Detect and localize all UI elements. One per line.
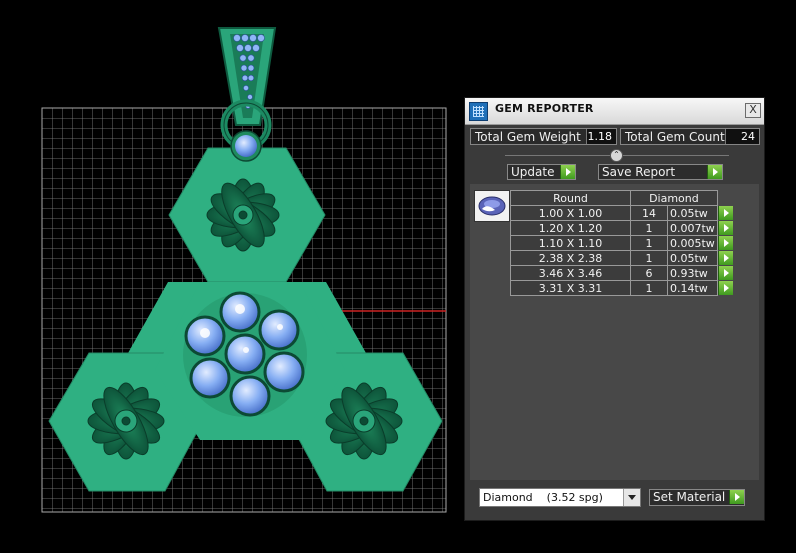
save-report-button-label: Save Report (602, 165, 676, 179)
play-arrow-icon[interactable] (717, 266, 733, 280)
shape-column-header: Round (510, 190, 631, 206)
panel-titlebar[interactable]: GEM REPORTER X (465, 98, 764, 125)
material-select-value: Diamond (3.52 spg) (483, 491, 603, 504)
chevron-down-icon[interactable] (623, 489, 640, 506)
total-gem-weight-box: Total Gem Weight 1.18 (470, 128, 617, 145)
play-arrow-icon[interactable] (717, 221, 733, 235)
gem-size: 3.31 X 3.31 (510, 280, 631, 296)
play-arrow-icon[interactable] (707, 165, 722, 179)
play-arrow-icon[interactable] (717, 281, 733, 295)
gem-reporter-app-icon (469, 102, 488, 121)
update-button[interactable]: Update (507, 164, 576, 180)
update-button-label: Update (511, 165, 555, 179)
play-arrow-icon[interactable] (560, 165, 575, 179)
gem-count: 6 (630, 265, 668, 281)
total-gem-count-label: Total Gem Count (625, 130, 725, 144)
gem-carat-weight: 0.14tw (667, 280, 718, 296)
set-material-button-label: Set Material (653, 490, 726, 504)
gem-count: 1 (630, 235, 668, 251)
save-report-button[interactable]: Save Report (598, 164, 723, 180)
round-gem-icon (474, 190, 510, 222)
gem-cluster (183, 291, 307, 417)
close-button[interactable]: X (745, 103, 761, 118)
gem-size: 2.38 X 2.38 (510, 250, 631, 266)
gem-count: 1 (630, 280, 668, 296)
gem-carat-weight: 0.05tw (667, 250, 718, 266)
play-arrow-icon[interactable] (729, 490, 744, 504)
total-gem-weight-label: Total Gem Weight (475, 130, 581, 144)
total-gem-count-value: 24 (725, 129, 759, 144)
panel-title: GEM REPORTER (495, 102, 594, 115)
material-column-header: Diamond (630, 190, 718, 206)
gem-size: 1.10 X 1.10 (510, 235, 631, 251)
gem-size: 1.00 X 1.00 (510, 205, 631, 221)
gem-carat-weight: 0.93tw (667, 265, 718, 281)
collapse-chevron-icon[interactable]: ⌃ (610, 149, 623, 162)
table-row[interactable]: 2.38 X 2.38 1 0.05tw (510, 250, 734, 266)
play-arrow-icon[interactable] (717, 206, 733, 220)
top-gem (230, 130, 262, 162)
play-arrow-icon[interactable] (717, 236, 733, 250)
gem-table: Round Diamond 1.00 X 1.00 14 0.05tw 1.20… (510, 190, 734, 296)
pendant-model-view[interactable] (0, 0, 460, 553)
table-row[interactable]: 1.10 X 1.10 1 0.005tw (510, 235, 734, 251)
gem-size: 3.46 X 3.46 (510, 265, 631, 281)
gem-report-list: Round Diamond 1.00 X 1.00 14 0.05tw 1.20… (470, 184, 759, 480)
table-row[interactable]: 3.31 X 3.31 1 0.14tw (510, 280, 734, 296)
set-material-button[interactable]: Set Material (649, 489, 745, 506)
play-arrow-icon[interactable] (717, 251, 733, 265)
table-row[interactable]: 1.00 X 1.00 14 0.05tw (510, 205, 734, 221)
table-row[interactable]: 1.20 X 1.20 1 0.007tw (510, 220, 734, 236)
total-gem-weight-value: 1.18 (586, 129, 616, 144)
gem-carat-weight: 0.05tw (667, 205, 718, 221)
gem-count: 1 (630, 220, 668, 236)
3d-viewport[interactable] (0, 0, 460, 553)
total-gem-count-box: Total Gem Count 24 (620, 128, 760, 145)
gem-carat-weight: 0.005tw (667, 235, 718, 251)
gem-size: 1.20 X 1.20 (510, 220, 631, 236)
gem-carat-weight: 0.007tw (667, 220, 718, 236)
gem-reporter-panel: GEM REPORTER X Total Gem Weight 1.18 Tot… (464, 97, 765, 521)
material-select[interactable]: Diamond (3.52 spg) (479, 488, 641, 507)
table-row[interactable]: 3.46 X 3.46 6 0.93tw (510, 265, 734, 281)
gem-count: 14 (630, 205, 668, 221)
gem-count: 1 (630, 250, 668, 266)
